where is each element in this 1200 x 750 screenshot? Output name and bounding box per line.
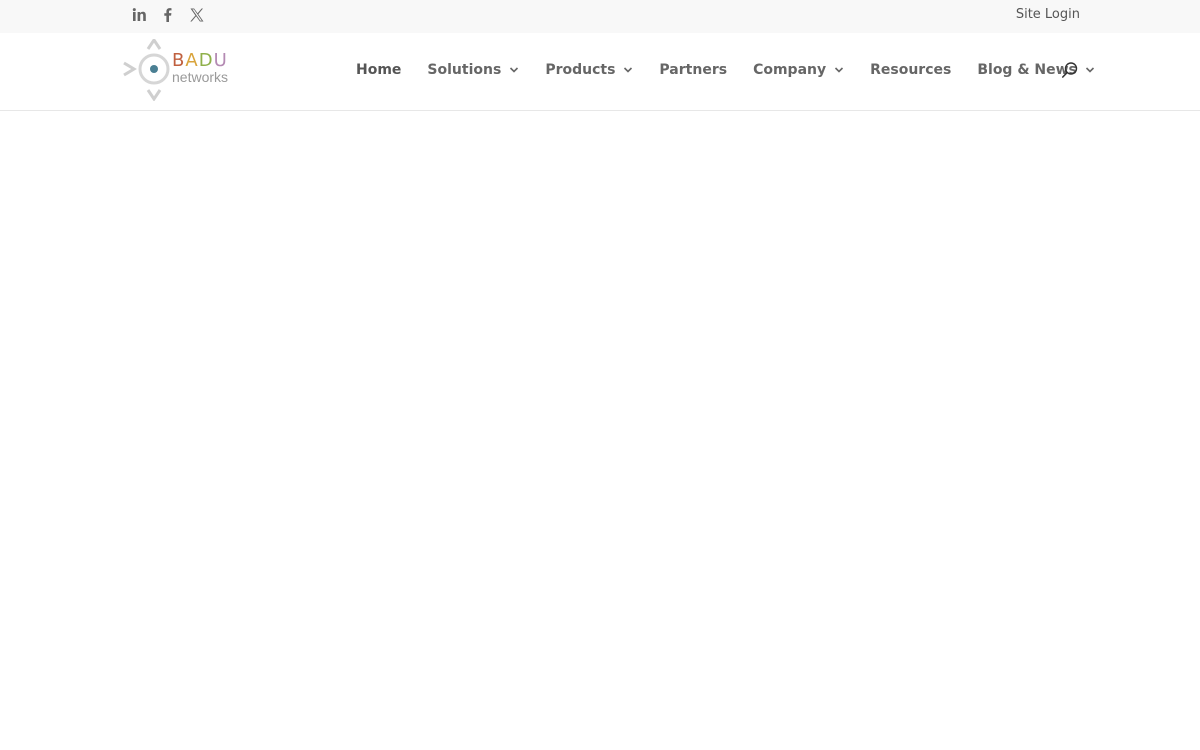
logo-letter: D bbox=[198, 50, 214, 71]
nav-item-company[interactable]: Company bbox=[753, 62, 844, 78]
logo-letter: B bbox=[172, 50, 186, 71]
chevron-down-icon bbox=[1085, 65, 1095, 75]
nav-item-partners[interactable]: Partners bbox=[659, 62, 727, 78]
logo-letter: A bbox=[185, 50, 199, 71]
site-login-link[interactable]: Site Login bbox=[1016, 7, 1080, 22]
logo-brand-text: BADU bbox=[172, 51, 228, 71]
nav-item-label: Company bbox=[753, 62, 827, 78]
logo-letter: U bbox=[213, 50, 228, 71]
x-icon[interactable] bbox=[188, 6, 206, 24]
nav-item-products[interactable]: Products bbox=[545, 62, 633, 78]
nav-item-label: Products bbox=[545, 62, 616, 78]
facebook-icon[interactable] bbox=[159, 6, 177, 24]
main-content bbox=[0, 111, 1200, 750]
linkedin-icon[interactable] bbox=[130, 6, 148, 24]
nav-item-label: Solutions bbox=[427, 62, 502, 78]
nav-item-label: Resources bbox=[870, 62, 952, 78]
logo-sub-text: networks bbox=[172, 69, 229, 85]
chevron-down-icon bbox=[509, 65, 519, 75]
chevron-down-icon bbox=[623, 65, 633, 75]
social-links bbox=[130, 5, 217, 25]
nav-item-solutions[interactable]: Solutions bbox=[427, 62, 519, 78]
nav-item-label: Home bbox=[356, 62, 402, 78]
chevron-down-icon bbox=[834, 65, 844, 75]
main-header: BADU networks Home Solutions Products Pa… bbox=[0, 33, 1200, 111]
nav-item-resources[interactable]: Resources bbox=[870, 62, 951, 78]
main-nav: Home Solutions Products Partners Company… bbox=[356, 60, 1121, 80]
top-bar: Site Login bbox=[0, 0, 1200, 33]
nav-item-label: Partners bbox=[659, 62, 728, 78]
search-icon[interactable] bbox=[1061, 61, 1079, 79]
badu-networks-logo[interactable]: BADU networks bbox=[122, 39, 234, 101]
nav-item-home[interactable]: Home bbox=[356, 62, 401, 78]
